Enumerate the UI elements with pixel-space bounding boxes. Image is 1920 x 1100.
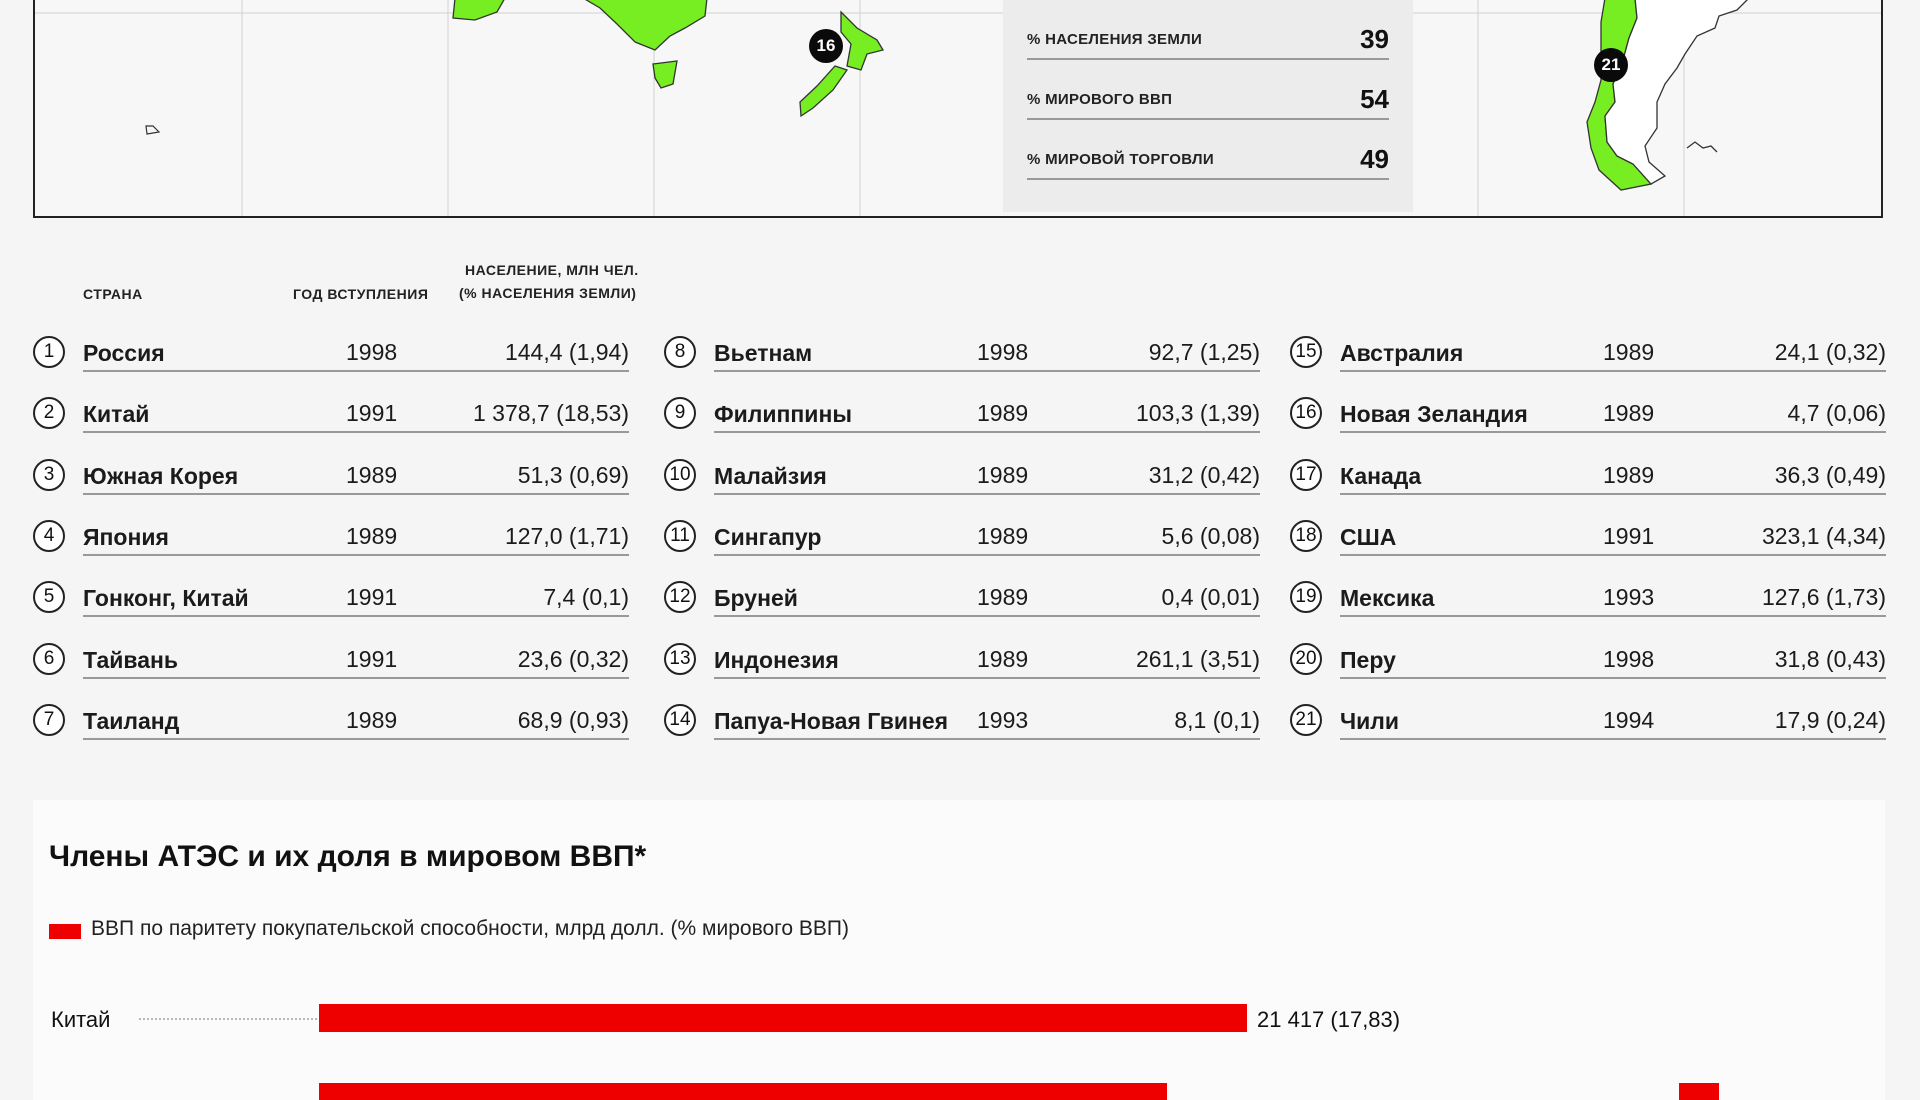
land-nz-north [840,10,885,71]
header-year: ГОД ВСТУПЛЕНИЯ [293,286,429,302]
row-number-badge: 3 [33,458,65,491]
land-australia-east [585,0,708,51]
row-number-badge: 16 [1290,397,1322,430]
row-number-badge: 5 [33,581,65,614]
row-number-badge: 15 [1290,336,1322,368]
gdp-chart-panel: Члены АТЭС и их доля в мировом ВВП* ВВП … [33,800,1885,1100]
row-number-badge: 11 [664,519,696,552]
header-population-line2: (% НАСЕЛЕНИЯ ЗЕМЛИ) [459,285,637,301]
row-number-badge: 1 [33,336,65,368]
row-number-badge: 6 [33,642,65,675]
map-graphic [35,0,1881,216]
row-number-badge: 20 [1290,642,1322,675]
apec-map: 16 21 % НАСЕЛЕНИЯ ЗЕМЛИ 39 % МИРОВОГО ВВ… [33,0,1883,218]
map-marker-21[interactable]: 21 [1594,48,1628,82]
row-number-badge: 7 [33,703,65,736]
gdp-bar-chart: Китай 21 417 (17,83) [51,1004,1719,1100]
land-falklands [1686,141,1718,153]
bar-category-label: Китай [51,1007,110,1032]
row-number-badge: 21 [1290,703,1322,736]
land-small-island [145,125,161,135]
row-number-badge: 10 [664,458,696,491]
header-country: СТРАНА [83,286,143,302]
row-number-badge: 2 [33,397,65,430]
land-nz-south [799,65,849,118]
map-marker-16[interactable]: 16 [809,29,843,63]
row-number-badge: 4 [33,519,65,552]
row-number-badge: 13 [664,642,696,675]
row-number-badge: 18 [1290,519,1322,552]
row-number-badge: 19 [1290,581,1322,614]
row-number-badge: 8 [664,336,696,368]
row-number-badge: 14 [664,703,696,736]
row-number-badge: 9 [664,397,696,430]
land-australia-west [452,0,505,21]
stat-label: % НАСЕЛЕНИЯ ЗЕМЛИ [1027,31,1203,48]
stat-row-population: % НАСЕЛЕНИЯ ЗЕМЛИ 39 [1027,10,1389,60]
stat-value: 54 [1360,84,1389,114]
stat-label: % МИРОВОГО ВВП [1027,91,1173,108]
header-population-line1: НАСЕЛЕНИЕ, МЛН ЧЕЛ. [465,262,639,278]
stat-row-gdp: % МИРОВОГО ВВП 54 [1027,60,1389,120]
bar-value-label: 21 417 (17,83) [1257,1007,1400,1032]
stat-value: 49 [1360,144,1389,174]
land-tasmania [652,60,678,89]
bar-china[interactable] [319,1004,1247,1032]
stat-value: 39 [1360,24,1389,54]
stat-label: % МИРОВОЙ ТОРГОВЛИ [1027,151,1214,168]
row-number-badge: 12 [664,581,696,614]
summary-stats-panel: % НАСЕЛЕНИЯ ЗЕМЛИ 39 % МИРОВОГО ВВП 54 %… [1003,0,1413,212]
stat-row-trade: % МИРОВОЙ ТОРГОВЛИ 49 [1027,120,1389,180]
row-number-badge: 17 [1290,458,1322,491]
